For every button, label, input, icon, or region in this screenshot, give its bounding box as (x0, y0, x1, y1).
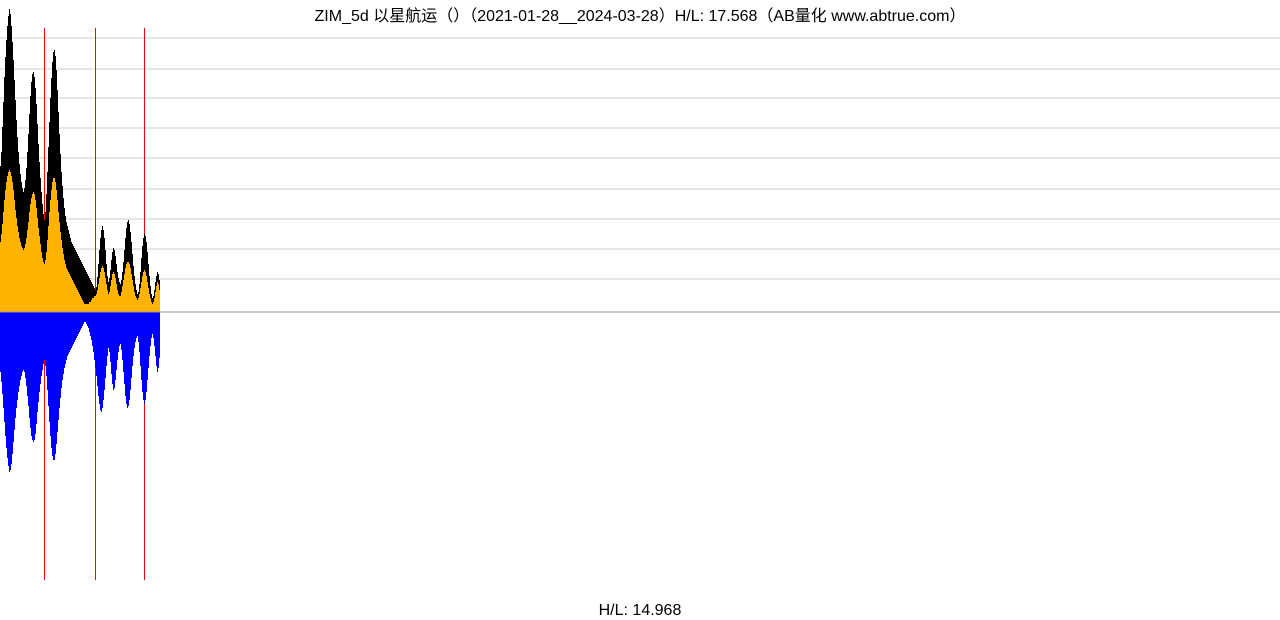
chart-footer: H/L: 14.968 (0, 602, 1280, 620)
gridlines (0, 38, 1280, 312)
price-hl-chart (0, 0, 1280, 620)
series-blue (0, 312, 160, 472)
